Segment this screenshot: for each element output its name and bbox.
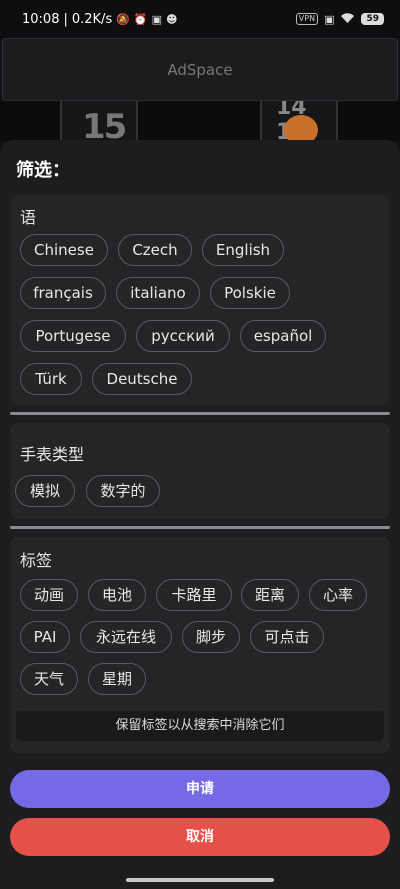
vpn-icon: VPN: [295, 13, 319, 25]
tags-section: 标签 动画 电池 卡路里 距离 心率 PAI 永远在线 脚步 可点击 天气 星期…: [10, 537, 390, 753]
chip-tag[interactable]: 可点击: [250, 621, 324, 653]
status-bar: 10:08 | 0.2K/s 🔕 ⏰ ▣ ☻ VPN ▣ 59: [0, 0, 400, 38]
chip-language[interactable]: English: [202, 234, 284, 266]
watchface-thumbnail[interactable]: 15: [60, 101, 138, 141]
chip-watch-type[interactable]: 模拟: [15, 475, 75, 507]
tags-title: 标签: [20, 551, 53, 570]
chip-language[interactable]: español: [240, 320, 326, 352]
chip-language[interactable]: Deutsche: [92, 363, 192, 395]
chip-tag[interactable]: PAI: [20, 621, 70, 653]
chip-tag[interactable]: 永远在线: [80, 621, 172, 653]
alarm-icon: ⏰: [133, 12, 148, 26]
home-indicator[interactable]: [126, 878, 274, 882]
ad-banner[interactable]: AdSpace: [2, 38, 398, 101]
chip-language[interactable]: Türk: [20, 363, 82, 395]
chip-tag[interactable]: 电池: [88, 579, 146, 611]
battery-indicator: 59: [361, 13, 384, 25]
no-sim-icon: ▣: [324, 12, 335, 26]
chip-tag[interactable]: 卡路里: [156, 579, 232, 611]
language-title: 语: [20, 208, 37, 227]
character-image: [284, 115, 318, 141]
chip-language[interactable]: français: [20, 277, 106, 309]
chip-tag[interactable]: 距离: [241, 579, 299, 611]
chip-tag[interactable]: 心率: [309, 579, 367, 611]
ad-label: AdSpace: [167, 60, 233, 79]
status-time: 10:08: [22, 11, 60, 27]
section-divider: [10, 412, 390, 415]
android-icon: ☻: [166, 12, 178, 26]
watchface-thumbnail[interactable]: 14 13: [260, 101, 338, 141]
filter-title: 筛选：: [16, 160, 70, 181]
language-section: 语 Chinese Czech English français italian…: [10, 194, 390, 406]
mute-icon: 🔕: [116, 12, 130, 26]
section-divider: [10, 526, 390, 529]
chip-language[interactable]: Portugese: [20, 320, 126, 352]
app-notification-icon: ▣: [151, 12, 163, 26]
watch-type-section: 手表类型 模拟 数字的: [10, 423, 390, 519]
watchface-thumbnails: 15 14 13: [0, 101, 400, 141]
chip-watch-type[interactable]: 数字的: [86, 475, 160, 507]
chip-tag[interactable]: 动画: [20, 579, 78, 611]
cancel-button[interactable]: 取消: [10, 818, 390, 856]
tags-hint: 保留标签以从搜索中消除它们: [16, 711, 384, 741]
chip-tag[interactable]: 脚步: [182, 621, 240, 653]
chip-language[interactable]: Polskie: [210, 277, 290, 309]
watch-type-title: 手表类型: [20, 445, 85, 464]
chip-language[interactable]: italiano: [116, 277, 200, 309]
chip-language[interactable]: Chinese: [20, 234, 108, 266]
chip-language[interactable]: русский: [136, 320, 230, 352]
apply-button[interactable]: 申请: [10, 770, 390, 808]
chip-tag[interactable]: 天气: [20, 663, 78, 695]
wifi-icon: [340, 12, 355, 27]
chip-tag[interactable]: 星期: [88, 663, 146, 695]
status-net-speed: 0.2K/s: [71, 11, 113, 27]
chip-language[interactable]: Czech: [118, 234, 192, 266]
watchface-number: 15: [82, 107, 127, 141]
